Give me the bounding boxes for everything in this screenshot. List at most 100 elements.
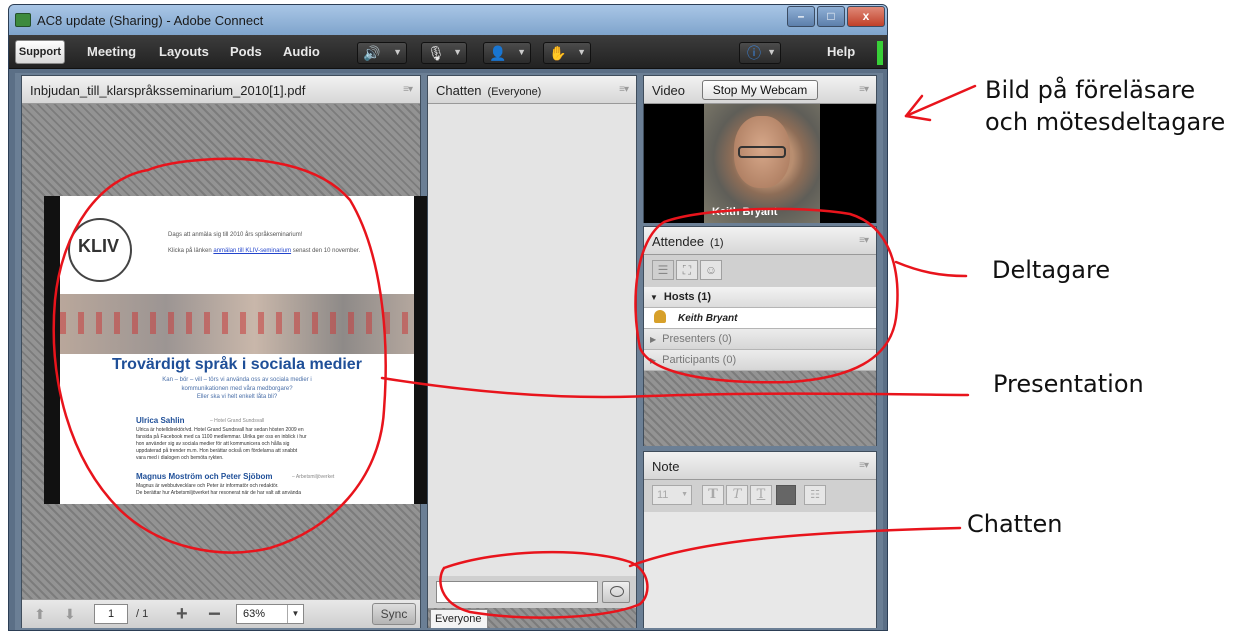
attendee-empty-area — [644, 371, 876, 446]
chevron-down-icon: ▼ — [287, 605, 303, 623]
doc-speaker-2-org: – Arbetsmiljöverket — [292, 474, 335, 480]
support-logo: Support — [15, 40, 65, 64]
video-pod-header: Video Stop My Webcam ≡▾ — [644, 76, 876, 104]
chat-message-input[interactable] — [436, 581, 598, 603]
note-text-area[interactable] — [644, 512, 876, 628]
doc-subheading-3: Eller ska vi helt enkelt låta bli? — [196, 394, 278, 400]
chat-tab-strip: Everyone — [428, 608, 636, 628]
video-pod: Video Stop My Webcam ≡▾ Keith Bryant — [643, 75, 877, 223]
font-size-value: 11 — [657, 489, 669, 501]
chat-tab-everyone[interactable]: Everyone — [430, 609, 488, 628]
chevron-right-icon: ▶ — [650, 335, 657, 344]
font-size-select[interactable]: 11 ▼ — [652, 485, 692, 505]
microphone-icon: 🎙 — [427, 45, 445, 61]
doc-registration-link[interactable]: anmälan till KLIV-seminarium — [213, 248, 291, 254]
chat-scope: (Everyone) — [487, 86, 542, 98]
menu-layouts[interactable]: Layouts — [159, 44, 209, 59]
presenters-label: Presenters (0) — [662, 333, 732, 345]
chevron-down-icon: ▼ — [650, 293, 658, 302]
share-pod: Inbjudan_till_klarspråksseminarium_2010[… — [21, 75, 430, 628]
info-menu-button[interactable]: ⓘ ▼ — [739, 42, 781, 64]
text-color-swatch[interactable] — [776, 485, 796, 505]
doc-link-suffix: senast den 10 november. — [292, 248, 361, 254]
webcam-toggle[interactable]: 👤 ▼ — [483, 42, 531, 64]
underline-icon[interactable]: T — [750, 485, 772, 505]
connection-status-indicator — [877, 41, 883, 65]
presenters-group[interactable]: ▶ Presenters (0) — [644, 329, 876, 350]
meeting-room: Inbjudan_till_klarspråksseminarium_2010[… — [15, 73, 883, 630]
doc-paragraph-line: Ulrica är hotelldirektör/vd. Hotel Grand… — [136, 427, 304, 433]
menu-audio[interactable]: Audio — [283, 44, 320, 59]
adobe-connect-window: AC8 update (Sharing) - Adobe Connect – □… — [8, 4, 888, 631]
chat-pod-header: Chatten (Everyone) ≡▾ — [428, 76, 636, 104]
status-view-icon[interactable]: ☺ — [700, 260, 722, 280]
doc-subheading-1: Kan – bör – vill – törs vi använda oss a… — [162, 377, 312, 383]
speaker-toggle[interactable]: 🔊 ▼ — [357, 42, 407, 64]
title-bar: AC8 update (Sharing) - Adobe Connect – □… — [9, 5, 887, 35]
chevron-down-icon: ▼ — [681, 491, 688, 498]
chat-send-button[interactable] — [602, 581, 630, 603]
chat-pod-title-wrap: Chatten (Everyone) — [436, 83, 541, 98]
shared-document-area: KLIV Dags att anmäla sig till 2010 års s… — [22, 104, 430, 599]
maximize-button[interactable]: □ — [817, 6, 845, 27]
video-arrow-head — [904, 94, 932, 122]
participants-label: Participants (0) — [662, 354, 737, 366]
pod-options-icon[interactable]: ≡▾ — [403, 84, 413, 95]
list-view-icon[interactable]: ☰ — [652, 260, 674, 280]
doc-rock-carving-banner — [60, 294, 414, 354]
doc-paragraph-line: hon använder sig av sociala medier för a… — [136, 441, 290, 447]
video-participant-name: Keith Bryant — [712, 206, 778, 218]
doc-subheading-2: kommunikationen med våra medborgare? — [181, 386, 293, 392]
bullet-list-icon[interactable]: ☷ — [804, 485, 826, 505]
chevron-down-icon: ▼ — [577, 47, 586, 57]
menu-pods[interactable]: Pods — [230, 44, 262, 59]
doc-paragraph-line: fansida på Facebook med ca 1100 medlemma… — [136, 434, 307, 440]
attendee-pod-title: Attendee — [652, 234, 705, 249]
attendee-toolbar: ☰ ⛶ ☺ — [644, 255, 876, 287]
doc-speaker-1-name: Ulrica Sahlin — [136, 416, 185, 425]
breakout-view-icon[interactable]: ⛶ — [676, 260, 698, 280]
doc-speaker-1-org: – Hotel Grand Sundsvall — [210, 418, 265, 424]
attendee-pod-title-wrap: Attendee (1) — [652, 234, 724, 249]
zoom-select[interactable]: 63% ▼ — [236, 604, 304, 624]
italic-icon[interactable]: T — [726, 485, 748, 505]
pod-options-icon[interactable]: ≡▾ — [859, 235, 869, 246]
previous-page-icon[interactable]: ⬆ — [34, 606, 46, 623]
host-user-icon — [654, 310, 666, 323]
stop-webcam-button[interactable]: Stop My Webcam — [702, 80, 818, 100]
microphone-toggle[interactable]: 🎙 ▼ — [421, 42, 467, 64]
pod-options-icon[interactable]: ≡▾ — [859, 460, 869, 471]
menu-help[interactable]: Help — [827, 44, 855, 59]
attendee-pod: Attendee (1) ≡▾ ☰ ⛶ ☺ ▼ Hosts (1) Keith Br… — [643, 226, 877, 446]
minimize-button[interactable]: – — [787, 6, 815, 27]
menu-meeting[interactable]: Meeting — [87, 44, 136, 59]
attendee-connector — [894, 260, 968, 278]
close-button[interactable]: x — [847, 6, 885, 27]
annotation-label-video: Bild på föreläsare och mötesdeltagare — [985, 74, 1225, 138]
hosts-group[interactable]: ▼ Hosts (1) — [644, 287, 876, 308]
participants-group[interactable]: ▶ Participants (0) — [644, 350, 876, 371]
pod-options-icon[interactable]: ≡▾ — [619, 84, 629, 95]
chevron-down-icon: ▼ — [767, 47, 776, 57]
attendee-count: (1) — [710, 237, 724, 249]
zoom-out-icon[interactable]: − — [208, 601, 221, 627]
info-icon: ⓘ — [747, 45, 761, 61]
raise-hand-toggle[interactable]: ✋ ▼ — [543, 42, 591, 64]
chevron-down-icon: ▼ — [453, 47, 462, 57]
doc-paragraph-line: uppdaterad på trender m.m. Hon berättar … — [136, 448, 298, 454]
speech-bubble-icon — [610, 586, 624, 597]
pod-options-icon[interactable]: ≡▾ — [859, 84, 869, 95]
webcam-icon: 👤 — [489, 45, 507, 61]
zoom-value: 63% — [243, 608, 266, 620]
adobe-connect-app-icon — [15, 13, 31, 27]
attendee-row[interactable]: Keith Bryant — [644, 308, 876, 329]
page-number-input[interactable]: 1 — [94, 604, 128, 624]
chat-pod-title: Chatten — [436, 83, 482, 98]
bold-icon[interactable]: T — [702, 485, 724, 505]
speaker-icon: 🔊 — [363, 45, 381, 61]
next-page-icon[interactable]: ⬇ — [64, 606, 76, 623]
zoom-in-icon[interactable]: + — [176, 603, 188, 626]
sync-button[interactable]: Sync — [372, 603, 416, 625]
chevron-down-icon: ▼ — [393, 47, 402, 57]
attendee-name: Keith Bryant — [678, 313, 738, 324]
